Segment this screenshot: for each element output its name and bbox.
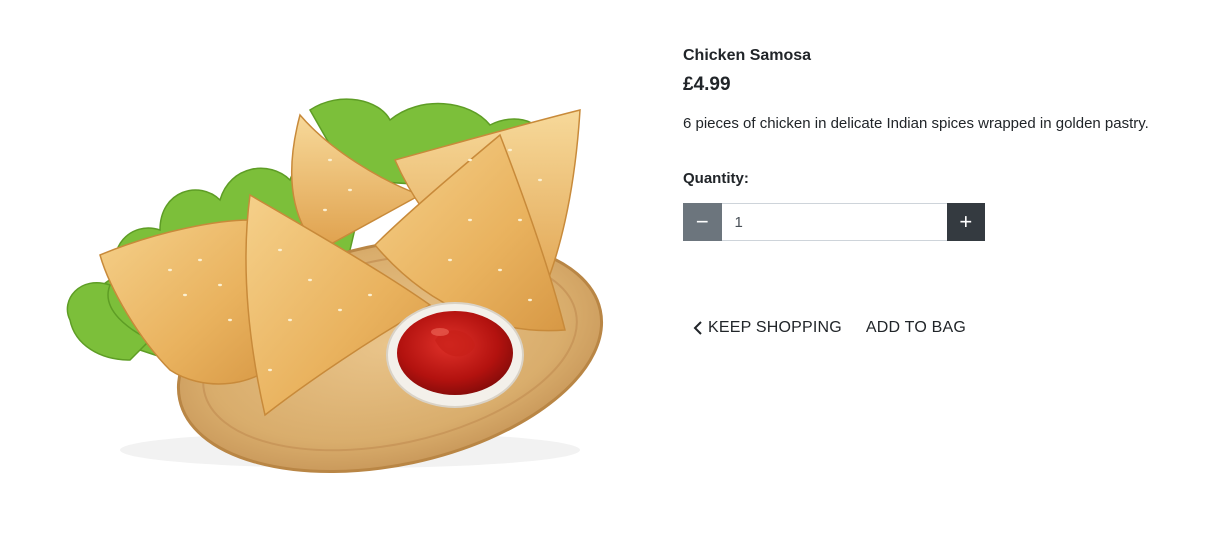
minus-icon: −	[695, 209, 709, 234]
quantity-label: Quantity:	[683, 170, 749, 187]
product-actions: KEEP SHOPPING ADD TO BAG	[683, 313, 1203, 343]
product-description: 6 pieces of chicken in delicate Indian s…	[683, 115, 1149, 132]
chevron-left-icon	[693, 321, 702, 335]
add-to-bag-button[interactable]: ADD TO BAG	[854, 313, 978, 343]
product-price: £4.99	[683, 74, 731, 95]
decrement-button[interactable]: −	[683, 203, 722, 241]
plus-icon: +	[959, 209, 973, 234]
quantity-input[interactable]	[721, 203, 947, 241]
product-detail-page: Chicken Samosa £4.99 6 pieces of chicken…	[0, 0, 1223, 537]
keep-shopping-label: KEEP SHOPPING	[708, 319, 842, 336]
product-name: Chicken Samosa	[683, 47, 812, 64]
add-to-bag-label: ADD TO BAG	[865, 319, 967, 336]
product-image	[66, 98, 604, 474]
product-details: Chicken Samosa £4.99 6 pieces of chicken…	[683, 46, 1203, 343]
increment-button[interactable]: +	[946, 203, 985, 241]
keep-shopping-button[interactable]: KEEP SHOPPING	[683, 313, 854, 343]
quantity-stepper: − +	[683, 203, 985, 241]
